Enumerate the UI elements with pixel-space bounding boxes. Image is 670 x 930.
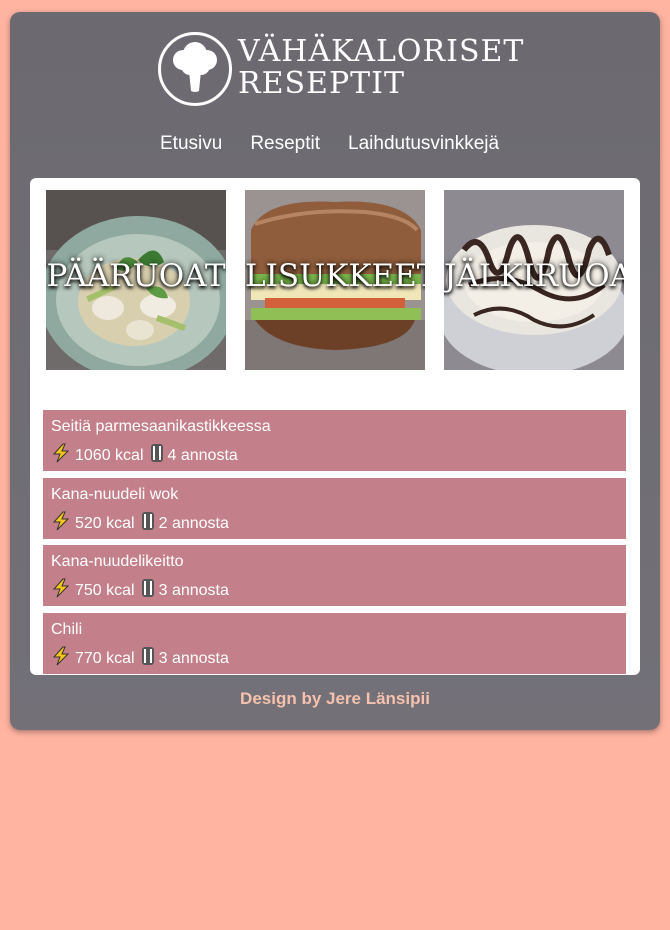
recipe-servings: 3 annosta xyxy=(158,649,229,667)
page-card: VÄHÄKALORISET RESEPTIT Etusivu Reseptit … xyxy=(10,12,660,730)
site-title: VÄHÄKALORISET RESEPTIT xyxy=(238,36,524,100)
recipe-servings: 3 annosta xyxy=(158,581,229,599)
recipe-title: Seitiä parmesaanikastikkeessa xyxy=(51,418,271,435)
cutlery-icon xyxy=(141,511,155,536)
main-content: PÄÄRUOAT LISUKKEET JÄLKIRUOA Seitiä parm… xyxy=(30,178,640,675)
broccoli-icon xyxy=(158,32,232,106)
cutlery-icon xyxy=(150,443,164,468)
category-label: PÄÄRUOAT xyxy=(46,258,226,294)
recipe-title: Chili xyxy=(51,621,83,638)
nav-item-etusivu[interactable]: Etusivu xyxy=(160,133,222,155)
category-tile-paaruoat[interactable]: PÄÄRUOAT xyxy=(46,190,226,370)
recipe-kcal: 520 kcal xyxy=(75,514,135,532)
recipe-kcal: 750 kcal xyxy=(75,581,135,599)
category-tile-lisukkeet[interactable]: LISUKKEET xyxy=(245,190,425,370)
recipe-item[interactable]: Seitiä parmesaanikastikkeessa 1060 kcal … xyxy=(43,410,626,471)
recipe-item[interactable]: Kana-nuudelikeitto 750 kcal 3 annosta xyxy=(43,545,626,606)
site-title-line1: VÄHÄKALORISET xyxy=(238,34,525,69)
recipe-servings: 4 annosta xyxy=(167,446,238,464)
recipe-title: Kana-nuudeli wok xyxy=(51,486,179,503)
recipe-title: Kana-nuudelikeitto xyxy=(51,553,184,570)
footer-credit: Design by Jere Länsipii xyxy=(240,689,430,708)
cutlery-icon xyxy=(141,646,155,671)
site-title-line2: RESEPTIT xyxy=(238,66,405,101)
category-tile-jalkiruoat[interactable]: JÄLKIRUOAT xyxy=(444,190,624,370)
lightning-icon xyxy=(51,511,71,536)
lightning-icon xyxy=(51,646,71,671)
recipe-item[interactable]: Kana-nuudeli wok 520 kcal 2 annosta xyxy=(43,478,626,539)
recipe-meta: 520 kcal 2 annosta xyxy=(51,511,229,536)
recipe-meta: 750 kcal 3 annosta xyxy=(51,578,229,603)
site-logo[interactable]: VÄHÄKALORISET RESEPTIT xyxy=(158,32,523,108)
recipe-kcal: 1060 kcal xyxy=(75,446,144,464)
recipe-meta: 1060 kcal 4 annosta xyxy=(51,443,238,468)
category-label: JÄLKIRUOAT xyxy=(444,258,624,294)
recipe-item[interactable]: Chili 770 kcal 3 annosta xyxy=(43,613,626,674)
nav-item-reseptit[interactable]: Reseptit xyxy=(250,133,320,155)
lightning-icon xyxy=(51,443,71,468)
recipe-meta: 770 kcal 3 annosta xyxy=(51,646,229,671)
category-label: LISUKKEET xyxy=(245,258,425,294)
main-nav: Etusivu Reseptit Laihdutusvinkkejä xyxy=(160,133,499,155)
cutlery-icon xyxy=(141,578,155,603)
lightning-icon xyxy=(51,578,71,603)
recipe-kcal: 770 kcal xyxy=(75,649,135,667)
nav-item-laihdutusvinkkeja[interactable]: Laihdutusvinkkejä xyxy=(348,133,499,155)
recipe-servings: 2 annosta xyxy=(158,514,229,532)
